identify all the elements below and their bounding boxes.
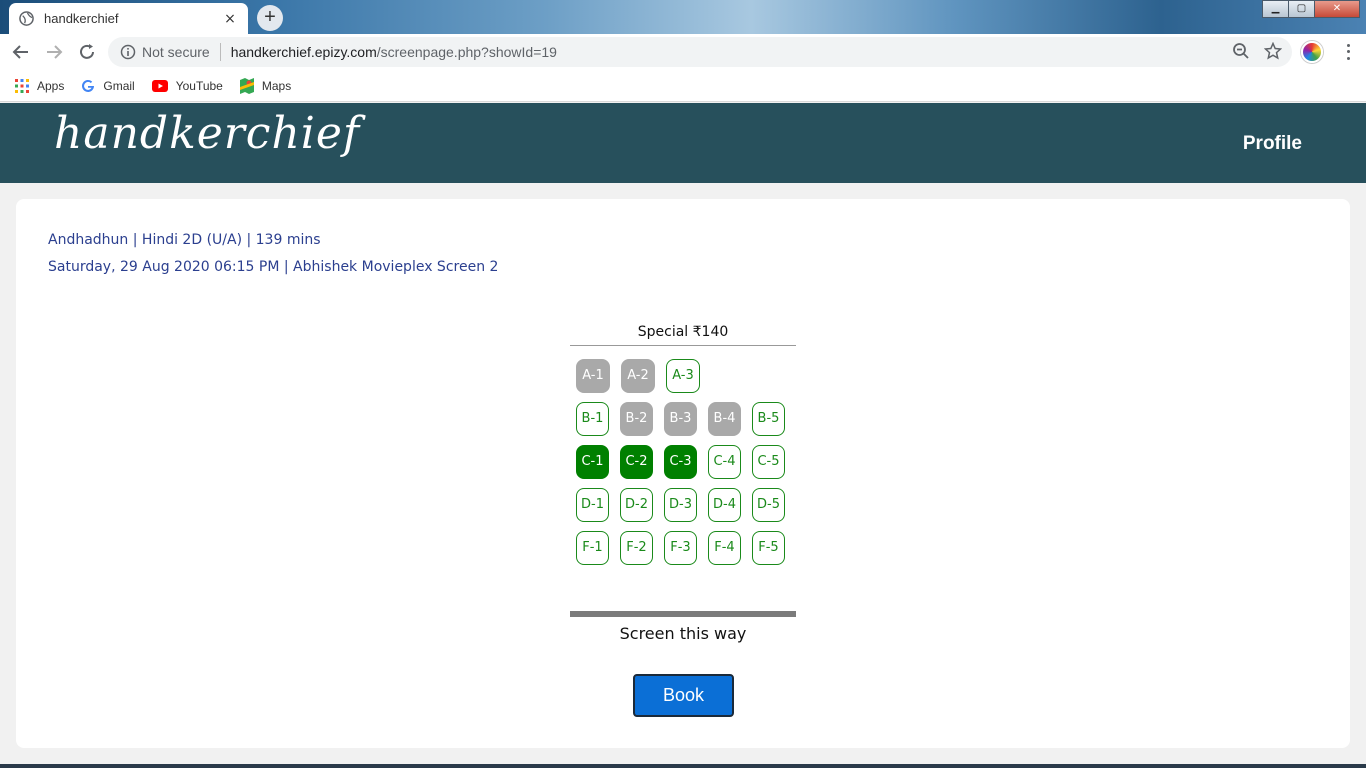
bookmark-gmail[interactable]: Gmail [81, 78, 135, 93]
seat-row: C-1 C-2 C-3 C-4 C-5 [576, 440, 796, 483]
google-icon [82, 79, 95, 92]
seat-f-4[interactable]: F-4 [708, 530, 741, 565]
seat-b-4: B-4 [708, 401, 741, 436]
new-tab-button[interactable]: + [257, 5, 283, 31]
url-path: /screenpage.php?showId=19 [376, 44, 557, 60]
bookmark-label: Gmail [103, 78, 135, 93]
arrow-right-icon [47, 45, 63, 59]
show-details: Andhadhun | Hindi 2D (U/A) | 139 mins Sa… [48, 230, 498, 284]
seat-row: D-1 D-2 D-3 D-4 D-5 [576, 483, 796, 526]
seat-b-2: B-2 [620, 401, 653, 436]
bookmark-label: Apps [37, 78, 65, 93]
url-text[interactable]: handkerchief.epizy.com/screenpage.php?sh… [231, 44, 557, 60]
close-window-button[interactable]: ✕ [1314, 0, 1360, 18]
seat-d-2[interactable]: D-2 [620, 487, 653, 522]
book-button[interactable]: Book [633, 674, 734, 717]
screen-label: Screen this way [619, 624, 747, 643]
seat-f-3[interactable]: F-3 [664, 530, 697, 565]
seat-c-2[interactable]: C-2 [620, 444, 653, 479]
seat-b-1[interactable]: B-1 [576, 401, 609, 436]
address-bar[interactable]: Not secure handkerchief.epizy.com/screen… [108, 37, 1292, 67]
zoom-icon[interactable] [1232, 42, 1250, 60]
bookmark-youtube[interactable]: YouTube [151, 78, 223, 93]
seat-rows: A-1 A-2 A-3 B-1 B-2 B-3 B-4 B-5 C-1 C-2 C-3 C-4 C-5 D… [570, 346, 796, 569]
reload-button[interactable] [75, 40, 99, 64]
back-button[interactable] [9, 40, 33, 64]
movie-details: Andhadhun | Hindi 2D (U/A) | 139 mins [48, 232, 321, 248]
seat-d-4[interactable]: D-4 [708, 487, 741, 522]
browser-toolbar: Not secure handkerchief.epizy.com/screen… [0, 34, 1366, 70]
seat-c-1[interactable]: C-1 [576, 444, 609, 479]
seat-a-2: A-2 [621, 358, 655, 393]
maximize-button[interactable]: ▢ [1288, 0, 1315, 18]
security-label: Not secure [142, 44, 210, 60]
close-tab-icon[interactable]: × [222, 11, 238, 27]
seat-row: B-1 B-2 B-3 B-4 B-5 [576, 397, 796, 440]
seat-tier-label: Special ₹140 [570, 320, 796, 346]
browser-tab[interactable]: handkerchief × [9, 3, 248, 34]
seat-a-3[interactable]: A-3 [666, 358, 700, 393]
reload-icon [80, 44, 94, 59]
seat-row: F-1 F-2 F-3 F-4 F-5 [576, 526, 796, 569]
maps-icon [239, 77, 254, 94]
seat-d-3[interactable]: D-3 [664, 487, 697, 522]
bookmark-label: YouTube [175, 78, 223, 93]
seat-a-1: A-1 [576, 358, 610, 393]
url-host: handkerchief.epizy.com [230, 44, 377, 60]
browser-menu-icon[interactable] [1338, 42, 1358, 62]
bookmark-maps[interactable]: Maps [239, 77, 292, 94]
apps-grid-icon [15, 78, 29, 93]
info-icon[interactable] [120, 44, 136, 60]
seat-b-5[interactable]: B-5 [752, 401, 785, 436]
bookmarks-bar: Apps Gmail YouTube Maps [0, 70, 1366, 102]
seat-c-3[interactable]: C-3 [664, 444, 697, 479]
omnibox-actions [1232, 42, 1282, 60]
nav-profile-link[interactable]: Profile [1243, 133, 1302, 155]
seat-f-5[interactable]: F-5 [752, 530, 785, 565]
omnibox-divider [219, 43, 221, 61]
seat-f-2[interactable]: F-2 [620, 530, 653, 565]
star-icon[interactable] [1264, 42, 1282, 60]
site-logo[interactable]: handkerchief [54, 108, 360, 159]
bookmark-label: Maps [261, 78, 292, 93]
seat-c-4[interactable]: C-4 [708, 444, 741, 479]
globe-icon [19, 11, 34, 26]
profile-avatar[interactable] [1301, 41, 1323, 63]
seat-c-5[interactable]: C-5 [752, 444, 785, 479]
arrow-left-icon [12, 45, 28, 59]
bookmark-apps[interactable]: Apps [15, 78, 65, 93]
tab-title: handkerchief [44, 11, 119, 26]
seat-f-1[interactable]: F-1 [576, 530, 609, 565]
showtime-details: Saturday, 29 Aug 2020 06:15 PM | Abhishe… [48, 259, 499, 275]
minimize-button[interactable]: ▁ [1262, 0, 1289, 18]
browser-titlebar: handkerchief × + ▁ ▢ ✕ [0, 0, 1366, 34]
seat-d-1[interactable]: D-1 [576, 487, 609, 522]
window-controls: ▁ ▢ ✕ [1262, 0, 1360, 18]
seat-row: A-1 A-2 A-3 [576, 354, 796, 397]
seat-d-5[interactable]: D-5 [752, 487, 785, 522]
seat-layout: Special ₹140 A-1 A-2 A-3 B-1 B-2 B-3 B-4 B-5 C-1… [570, 320, 796, 569]
screen-indicator [570, 611, 796, 617]
seat-b-3: B-3 [664, 401, 697, 436]
taskbar-edge [0, 764, 1366, 768]
forward-button[interactable] [42, 40, 66, 64]
youtube-icon [151, 79, 168, 92]
